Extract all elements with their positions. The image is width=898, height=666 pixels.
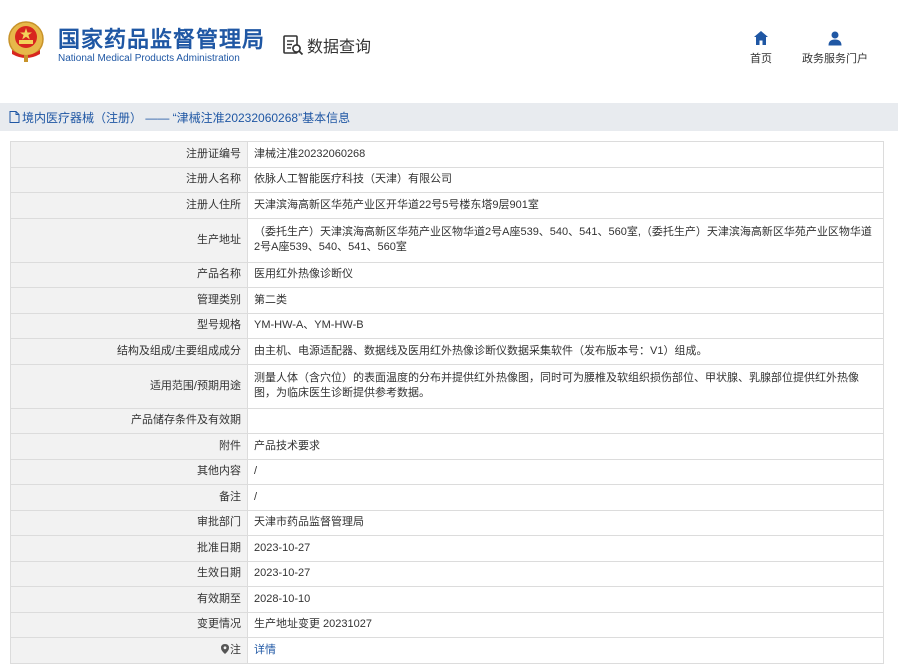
table-row: 产品名称 医用红外热像诊断仪 xyxy=(10,261,884,288)
field-value: 由主机、电源适配器、数据线及医用红外热像诊断仪数据采集软件（发布版本号：V1）组… xyxy=(247,338,884,365)
table-row: 附件 产品技术要求 xyxy=(10,433,884,460)
location-pin-icon xyxy=(221,643,229,654)
field-value: / xyxy=(247,458,884,485)
field-value: 测量人体（含穴位）的表面温度的分布并提供红外热像图，同时可为腰椎及软组织损伤部位… xyxy=(247,363,884,409)
site-title-en: National Medical Products Administration xyxy=(58,53,240,64)
field-value: 2023-10-27 xyxy=(247,535,884,562)
table-row: 审批部门 天津市药品监督管理局 xyxy=(10,509,884,536)
field-value: 天津市药品监督管理局 xyxy=(247,509,884,536)
table-row: 产品储存条件及有效期 xyxy=(10,407,884,434)
field-value-cell: 详情 xyxy=(247,637,884,664)
field-label: 备注 xyxy=(10,484,248,511)
field-label: 变更情况 xyxy=(10,611,248,638)
site-header: 国家药品监督管理局 National Medical Products Admi… xyxy=(0,0,898,88)
table-row: 有效期至 2028-10-10 xyxy=(10,586,884,613)
document-icon xyxy=(9,111,20,123)
field-value: 生产地址变更 20231027 xyxy=(247,611,884,638)
table-row: 管理类别 第二类 xyxy=(10,287,884,314)
field-label: 注册证编号 xyxy=(10,141,248,168)
nav-home[interactable]: 首页 xyxy=(746,30,776,66)
table-row: 生产地址 （委托生产）天津滨海高新区华苑产业区物华道2号A座539、540、54… xyxy=(10,217,884,263)
user-icon xyxy=(828,31,842,46)
field-value: / xyxy=(247,484,884,511)
data-query-link[interactable]: 数据查询 xyxy=(282,33,371,57)
field-label: 其他内容 xyxy=(10,458,248,485)
table-row: 备注 / xyxy=(10,484,884,511)
breadcrumb: 境内医疗器械（注册） —— “津械注准20232060268”基本信息 xyxy=(0,103,898,131)
field-label: 适用范围/预期用途 xyxy=(10,363,248,409)
home-icon xyxy=(754,31,768,45)
nav-home-label: 首页 xyxy=(750,53,772,65)
table-row: 型号规格 YM-HW-A、YM-HW-B xyxy=(10,312,884,339)
national-emblem-icon xyxy=(8,21,44,62)
field-value: 医用红外热像诊断仪 xyxy=(247,261,884,288)
breadcrumb-text: 境内医疗器械（注册） —— “津械注准20232060268”基本信息 xyxy=(22,110,351,125)
table-row: 结构及组成/主要组成成分 由主机、电源适配器、数据线及医用红外热像诊断仪数据采集… xyxy=(10,338,884,365)
field-value: 产品技术要求 xyxy=(247,433,884,460)
field-label: 审批部门 xyxy=(10,509,248,536)
table-row: 适用范围/预期用途 测量人体（含穴位）的表面温度的分布并提供红外热像图，同时可为… xyxy=(10,363,884,409)
nav-service-portal[interactable]: 政务服务门户 xyxy=(800,30,870,66)
table-row: 生效日期 2023-10-27 xyxy=(10,560,884,587)
field-label: 批准日期 xyxy=(10,535,248,562)
field-label: 结构及组成/主要组成成分 xyxy=(10,338,248,365)
field-value: 依脉人工智能医疗科技（天津）有限公司 xyxy=(247,166,884,193)
field-label: 生产地址 xyxy=(10,217,248,263)
field-label: 产品储存条件及有效期 xyxy=(10,407,248,434)
field-label: 有效期至 xyxy=(10,586,248,613)
note-label-cell: 注 xyxy=(10,637,248,664)
field-label: 型号规格 xyxy=(10,312,248,339)
field-label: 生效日期 xyxy=(10,560,248,587)
field-value: YM-HW-A、YM-HW-B xyxy=(247,312,884,339)
registration-info-table: 注册证编号 津械注准20232060268 注册人名称 依脉人工智能医疗科技（天… xyxy=(10,141,884,664)
detail-link[interactable]: 详情 xyxy=(254,644,276,656)
field-value: 2028-10-10 xyxy=(247,586,884,613)
nav-portal-label: 政务服务门户 xyxy=(802,53,868,65)
field-value: （委托生产）天津滨海高新区华苑产业区物华道2号A座539、540、541、560… xyxy=(247,217,884,263)
table-row: 注册人住所 天津滨海高新区华苑产业区开华道22号5号楼东塔9层901室 xyxy=(10,192,884,219)
field-value: 津械注准20232060268 xyxy=(247,141,884,168)
table-row: 变更情况 生产地址变更 20231027 xyxy=(10,611,884,638)
field-label: 附件 xyxy=(10,433,248,460)
data-query-icon xyxy=(283,35,304,56)
field-label: 注册人住所 xyxy=(10,192,248,219)
data-query-label: 数据查询 xyxy=(307,39,372,56)
table-row: 注 详情 xyxy=(10,637,884,664)
field-value: 第二类 xyxy=(247,287,884,314)
field-value xyxy=(247,407,884,434)
table-row: 注册人名称 依脉人工智能医疗科技（天津）有限公司 xyxy=(10,166,884,193)
table-row: 其他内容 / xyxy=(10,458,884,485)
field-value: 2023-10-27 xyxy=(247,560,884,587)
site-title: 国家药品监督管理局 xyxy=(58,27,266,52)
field-label: 注册人名称 xyxy=(10,166,248,193)
table-row: 注册证编号 津械注准20232060268 xyxy=(10,141,884,168)
table-row: 批准日期 2023-10-27 xyxy=(10,535,884,562)
field-label: 注 xyxy=(230,643,241,656)
field-label: 管理类别 xyxy=(10,287,248,314)
field-label: 产品名称 xyxy=(10,261,248,288)
field-value: 天津滨海高新区华苑产业区开华道22号5号楼东塔9层901室 xyxy=(247,192,884,219)
